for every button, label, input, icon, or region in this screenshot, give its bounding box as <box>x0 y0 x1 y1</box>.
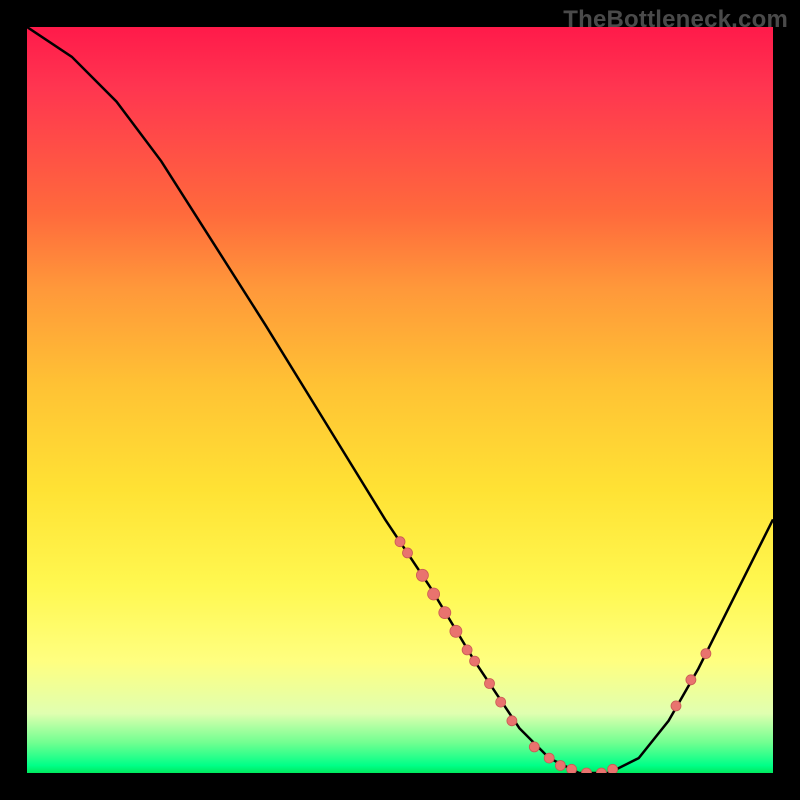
data-point-marker <box>450 625 462 637</box>
data-point-marker <box>403 548 413 558</box>
chart-area <box>27 27 773 773</box>
data-point-marker <box>701 649 711 659</box>
data-point-marker <box>496 697 506 707</box>
data-point-marker <box>608 764 618 773</box>
data-point-marker <box>529 742 539 752</box>
data-point-marker <box>428 588 440 600</box>
data-point-marker <box>671 701 681 711</box>
data-point-marker <box>596 768 606 773</box>
data-point-marker <box>686 675 696 685</box>
watermark-text: TheBottleneck.com <box>563 6 788 34</box>
data-point-marker <box>439 607 451 619</box>
data-point-marker <box>462 645 472 655</box>
data-point-marker <box>582 768 592 773</box>
curve-line <box>27 27 773 773</box>
data-point-marker <box>416 569 428 581</box>
data-point-marker <box>555 761 565 771</box>
data-point-marker <box>395 537 405 547</box>
data-point-marker <box>485 679 495 689</box>
bottleneck-curve-plot <box>27 27 773 773</box>
data-point-marker <box>567 764 577 773</box>
data-point-marker <box>507 716 517 726</box>
data-point-marker <box>544 753 554 763</box>
data-point-marker <box>470 656 480 666</box>
curve-markers <box>395 537 711 773</box>
